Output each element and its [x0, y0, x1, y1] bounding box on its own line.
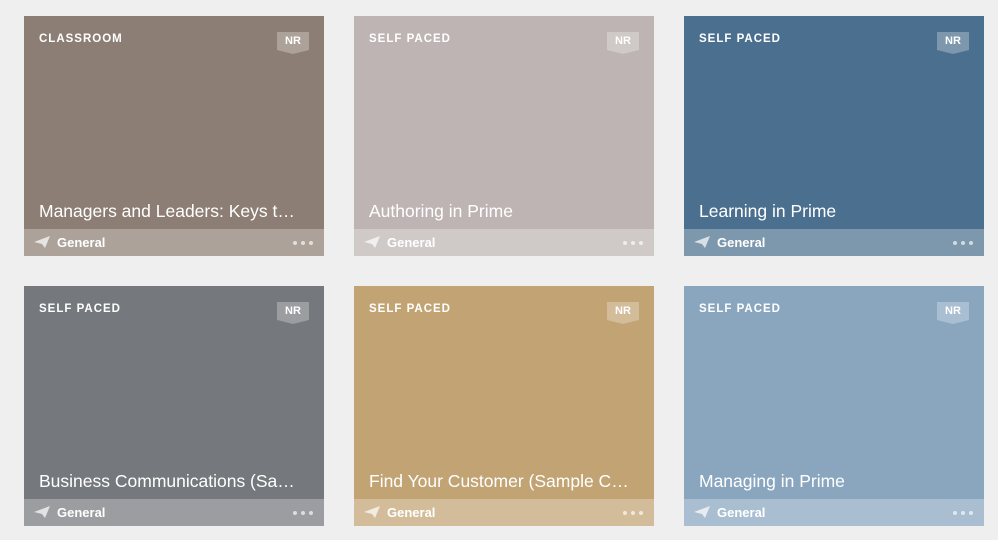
nr-badge: NR [277, 32, 309, 54]
card-title[interactable]: Managers and Leaders: Keys to S... [39, 201, 304, 222]
card-footer: General [24, 229, 324, 256]
catalog-label: General [57, 505, 106, 520]
card-type-label: SELF PACED [39, 303, 121, 315]
card-type-label: SELF PACED [369, 33, 451, 45]
more-options-icon[interactable] [953, 511, 973, 515]
more-options-icon[interactable] [293, 241, 313, 245]
catalog-label: General [57, 235, 106, 250]
paper-plane-icon [694, 236, 710, 248]
nr-badge: NR [937, 32, 969, 54]
more-options-icon[interactable] [293, 511, 313, 515]
paper-plane-icon [364, 506, 380, 518]
more-options-icon[interactable] [623, 511, 643, 515]
nr-badge: NR [277, 302, 309, 324]
course-card-learning-in-prime[interactable]: SELF PACED NR Learning in Prime General [684, 16, 984, 256]
card-title[interactable]: Business Communications (Sam... [39, 471, 304, 492]
nr-badge: NR [607, 32, 639, 54]
course-card-grid: CLASSROOM NR Managers and Leaders: Keys … [0, 0, 998, 540]
more-options-icon[interactable] [623, 241, 643, 245]
paper-plane-icon [34, 236, 50, 248]
paper-plane-icon [364, 236, 380, 248]
card-title[interactable]: Learning in Prime [699, 201, 964, 222]
card-type-label: CLASSROOM [39, 33, 123, 45]
course-card-authoring-in-prime[interactable]: SELF PACED NR Authoring in Prime General [354, 16, 654, 256]
card-title[interactable]: Managing in Prime [699, 471, 964, 492]
course-card-business-communications[interactable]: SELF PACED NR Business Communications (S… [24, 286, 324, 526]
course-card-managing-in-prime[interactable]: SELF PACED NR Managing in Prime General [684, 286, 984, 526]
nr-badge: NR [607, 302, 639, 324]
nr-badge: NR [937, 302, 969, 324]
card-footer: General [354, 499, 654, 526]
course-card-managers-and-leaders[interactable]: CLASSROOM NR Managers and Leaders: Keys … [24, 16, 324, 256]
card-type-label: SELF PACED [699, 33, 781, 45]
more-options-icon[interactable] [953, 241, 973, 245]
card-footer: General [684, 499, 984, 526]
paper-plane-icon [34, 506, 50, 518]
catalog-label: General [387, 235, 436, 250]
card-title[interactable]: Authoring in Prime [369, 201, 634, 222]
paper-plane-icon [694, 506, 710, 518]
card-footer: General [684, 229, 984, 256]
catalog-label: General [387, 505, 436, 520]
card-footer: General [354, 229, 654, 256]
card-footer: General [24, 499, 324, 526]
card-type-label: SELF PACED [369, 303, 451, 315]
course-card-find-your-customer[interactable]: SELF PACED NR Find Your Customer (Sample… [354, 286, 654, 526]
catalog-label: General [717, 505, 766, 520]
catalog-label: General [717, 235, 766, 250]
card-title[interactable]: Find Your Customer (Sample Cou... [369, 471, 634, 492]
card-type-label: SELF PACED [699, 303, 781, 315]
